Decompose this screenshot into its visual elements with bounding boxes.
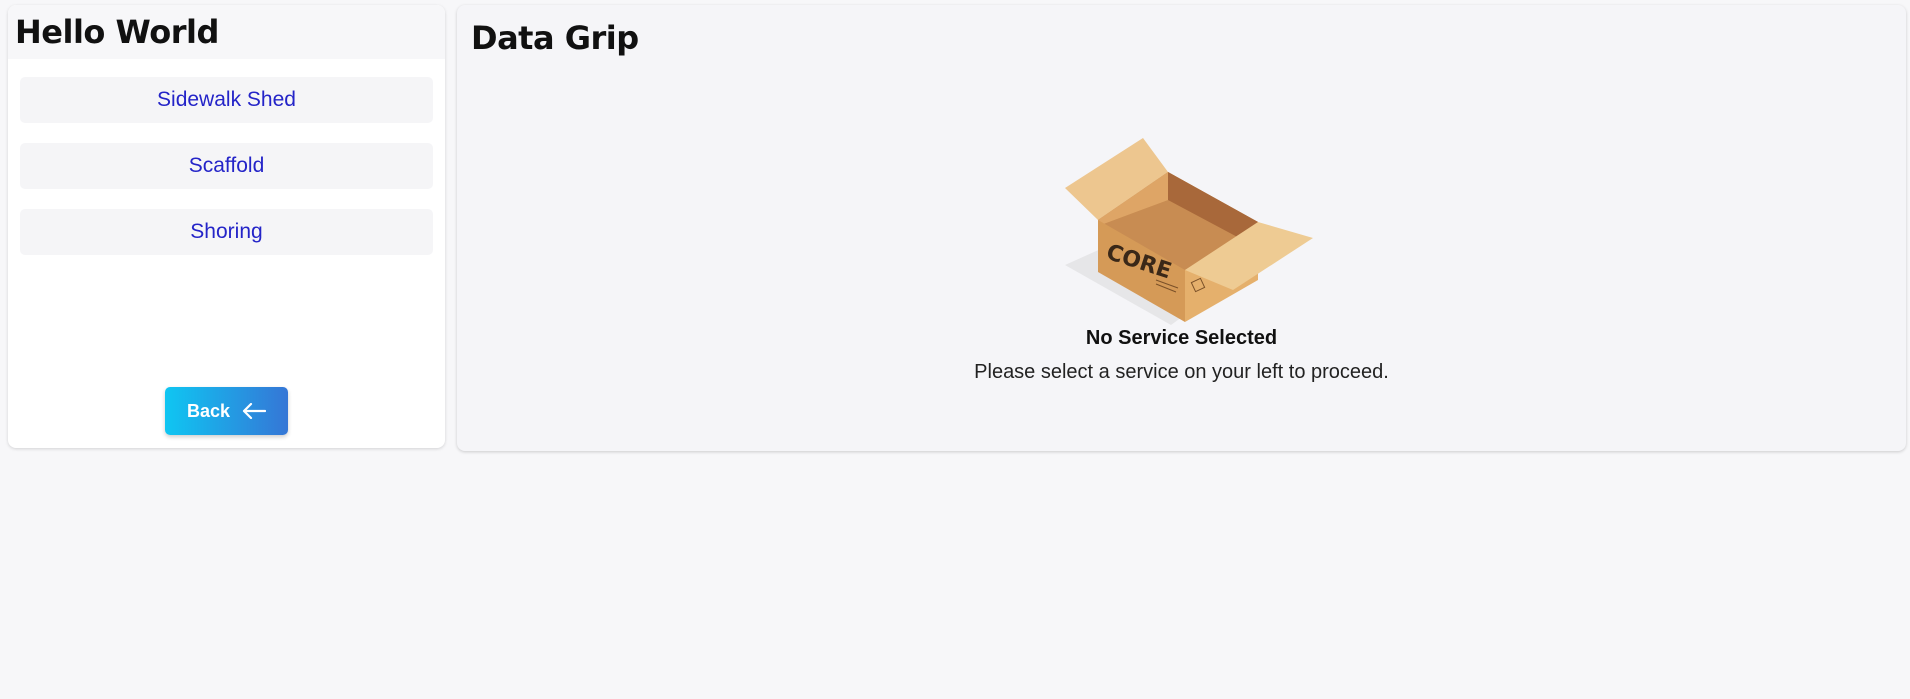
sidebar-title: Hello World (15, 13, 219, 51)
page-title: Data Grip (471, 19, 639, 57)
service-item-scaffold[interactable]: Scaffold (20, 143, 433, 189)
arrow-left-icon (242, 403, 267, 419)
empty-box-icon: CORE (1065, 138, 1313, 325)
back-button-label: Back (186, 400, 231, 421)
empty-state-message: Please select a service on your left to … (974, 361, 1389, 383)
back-button[interactable]: Back (165, 387, 288, 435)
empty-state-title: No Service Selected (1085, 327, 1278, 349)
service-item-shoring[interactable]: Shoring (20, 209, 433, 255)
service-sidebar: Hello World Sidewalk Shed Scaffold Shori… (8, 5, 445, 448)
main-panel: Data Grip CORE No Service Selected Pleas… (457, 5, 1906, 451)
service-item-sidewalk-shed[interactable]: Sidewalk Shed (20, 77, 433, 123)
sidebar-header: Hello World (8, 5, 445, 59)
